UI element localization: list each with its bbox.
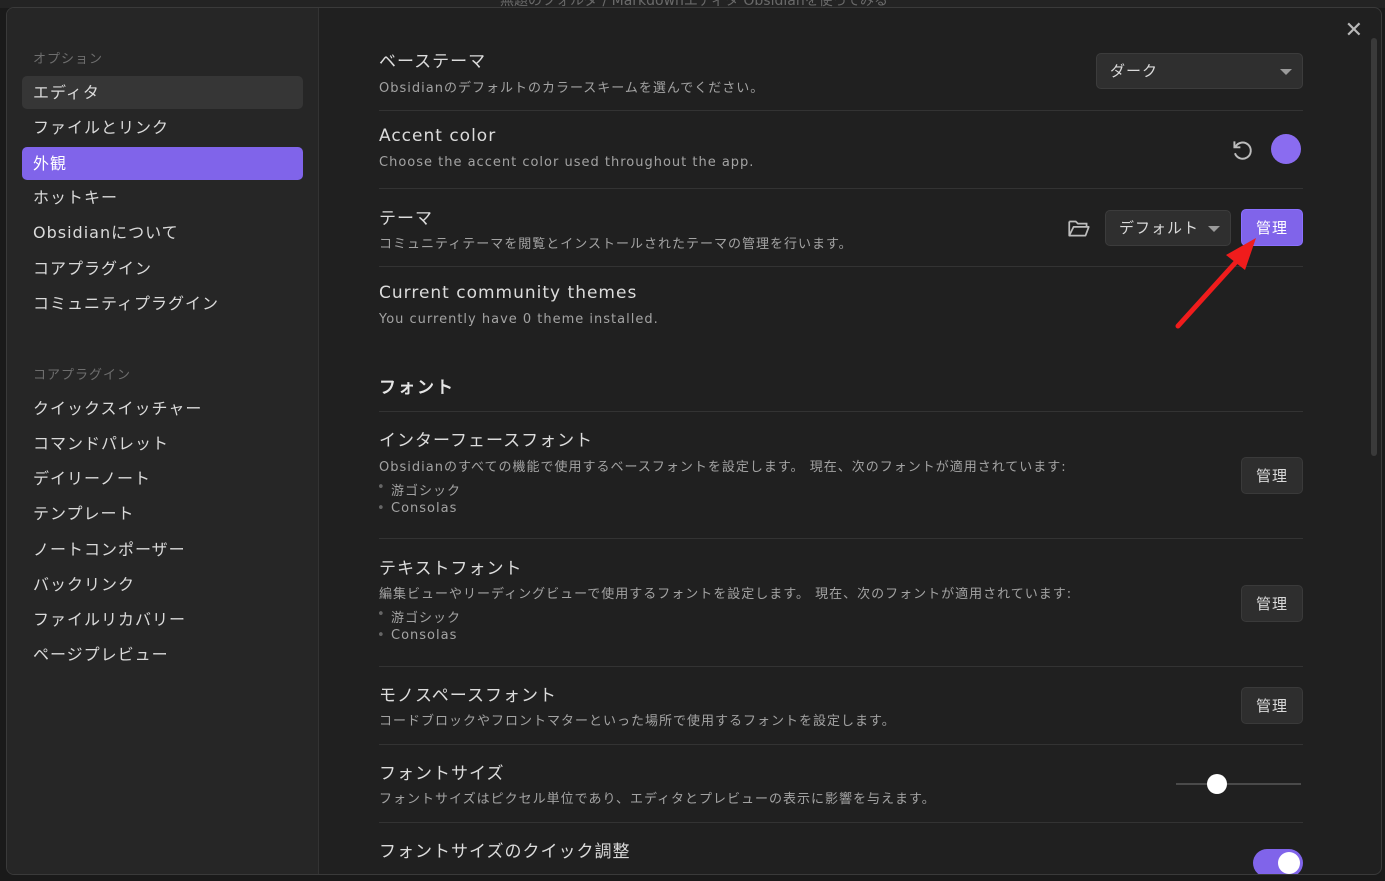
annotation-arrow [1175, 238, 1256, 329]
